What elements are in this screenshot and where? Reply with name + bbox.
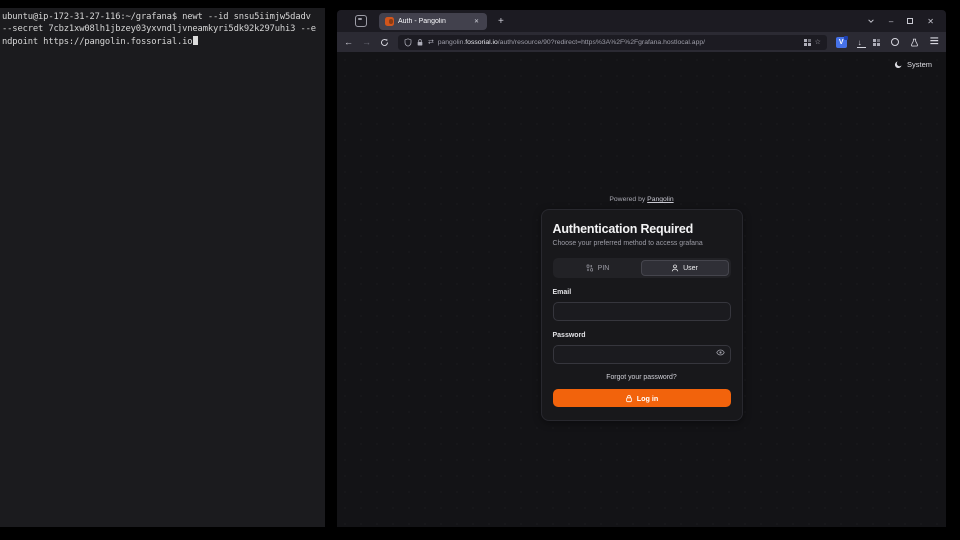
terminal-window[interactable]: ubuntu@ip-172-31-27-116:~/grafana$ newt …: [0, 8, 325, 527]
auth-section: Powered by Pangolin Authentication Requi…: [541, 196, 743, 421]
blocker-extension-icon[interactable]: [891, 38, 899, 46]
extensions-grid-icon[interactable]: [873, 39, 880, 46]
window-controls: – ✕: [867, 17, 940, 26]
theme-toggle[interactable]: System: [894, 60, 932, 69]
tab-user[interactable]: User: [641, 260, 729, 276]
moon-icon: [894, 60, 903, 69]
url-text: pangolin.fossorial.io/auth/resource/90?r…: [438, 39, 800, 46]
login-lock-icon: [625, 394, 633, 403]
menu-hamburger-icon[interactable]: ≡: [930, 33, 939, 51]
permissions-swap-icon[interactable]: ⇄: [428, 38, 434, 46]
auth-card: Authentication Required Choose your pref…: [541, 209, 743, 421]
page-action-grid-icon[interactable]: [804, 39, 811, 46]
minimize-button[interactable]: –: [889, 17, 893, 26]
forgot-password-link[interactable]: Forgot your password?: [553, 374, 731, 381]
browser-tab-auth-pangolin[interactable]: Auth - Pangolin ✕: [379, 13, 487, 30]
tab-pin[interactable]: PIN: [555, 260, 641, 276]
list-tabs-chevron-icon[interactable]: [867, 17, 875, 25]
pangolin-link[interactable]: Pangolin: [647, 196, 673, 203]
new-tab-button[interactable]: +: [495, 16, 507, 27]
toolbar-extension-icons: V ↓ ≡: [836, 33, 939, 51]
window-close-button[interactable]: ✕: [927, 17, 934, 26]
browser-tab-bar: Auth - Pangolin ✕ + – ✕: [337, 10, 946, 32]
tracking-shield-icon[interactable]: [404, 38, 412, 47]
email-field[interactable]: [553, 302, 731, 321]
login-button-label: Log in: [637, 394, 659, 403]
bookmark-star-icon[interactable]: ☆: [815, 38, 821, 46]
login-button[interactable]: Log in: [553, 389, 731, 407]
terminal-cursor: [193, 36, 198, 45]
password-manager-extension-icon[interactable]: V: [836, 37, 847, 48]
powered-by: Powered by Pangolin: [541, 196, 743, 203]
browser-toolbar: ← → ⇄ pangolin.fossorial.io/auth/resourc…: [337, 32, 946, 52]
pin-keypad-icon: [586, 264, 594, 272]
theme-toggle-label: System: [907, 60, 932, 69]
downloads-icon[interactable]: ↓: [858, 38, 862, 47]
user-icon: [671, 264, 679, 272]
auth-method-tabs: PIN User: [553, 258, 731, 278]
pangolin-favicon-icon: [385, 17, 394, 26]
tab-close-icon[interactable]: ✕: [472, 17, 481, 26]
reload-button[interactable]: [380, 38, 389, 47]
forward-button[interactable]: →: [362, 38, 371, 47]
card-title: Authentication Required: [553, 222, 731, 236]
email-label: Email: [553, 289, 731, 296]
card-subtitle: Choose your preferred method to access g…: [553, 240, 731, 247]
back-button[interactable]: ←: [344, 38, 353, 47]
password-field[interactable]: [553, 345, 731, 364]
firefox-view-icon[interactable]: [355, 15, 367, 27]
show-password-eye-icon[interactable]: [716, 348, 725, 357]
maximize-button[interactable]: [907, 18, 913, 24]
https-lock-icon[interactable]: [416, 38, 424, 47]
extension-icon[interactable]: [910, 38, 919, 47]
tab-pin-label: PIN: [598, 265, 610, 272]
password-label: Password: [553, 332, 731, 339]
browser-window: Auth - Pangolin ✕ + – ✕ ← → ⇄ pangolin.f…: [337, 10, 946, 527]
terminal-line: ndpoint https://pangolin.fossorial.io: [2, 36, 323, 49]
tab-user-label: User: [683, 265, 698, 272]
terminal-line: --secret 7cbz1xw08lh1jbzey03yxvndljvneam…: [2, 24, 323, 36]
terminal-line: ubuntu@ip-172-31-27-116:~/grafana$ newt …: [2, 12, 323, 24]
page-content: System Powered by Pangolin Authenticatio…: [337, 52, 946, 527]
tab-title: Auth - Pangolin: [398, 18, 468, 25]
url-bar[interactable]: ⇄ pangolin.fossorial.io/auth/resource/90…: [398, 35, 827, 50]
